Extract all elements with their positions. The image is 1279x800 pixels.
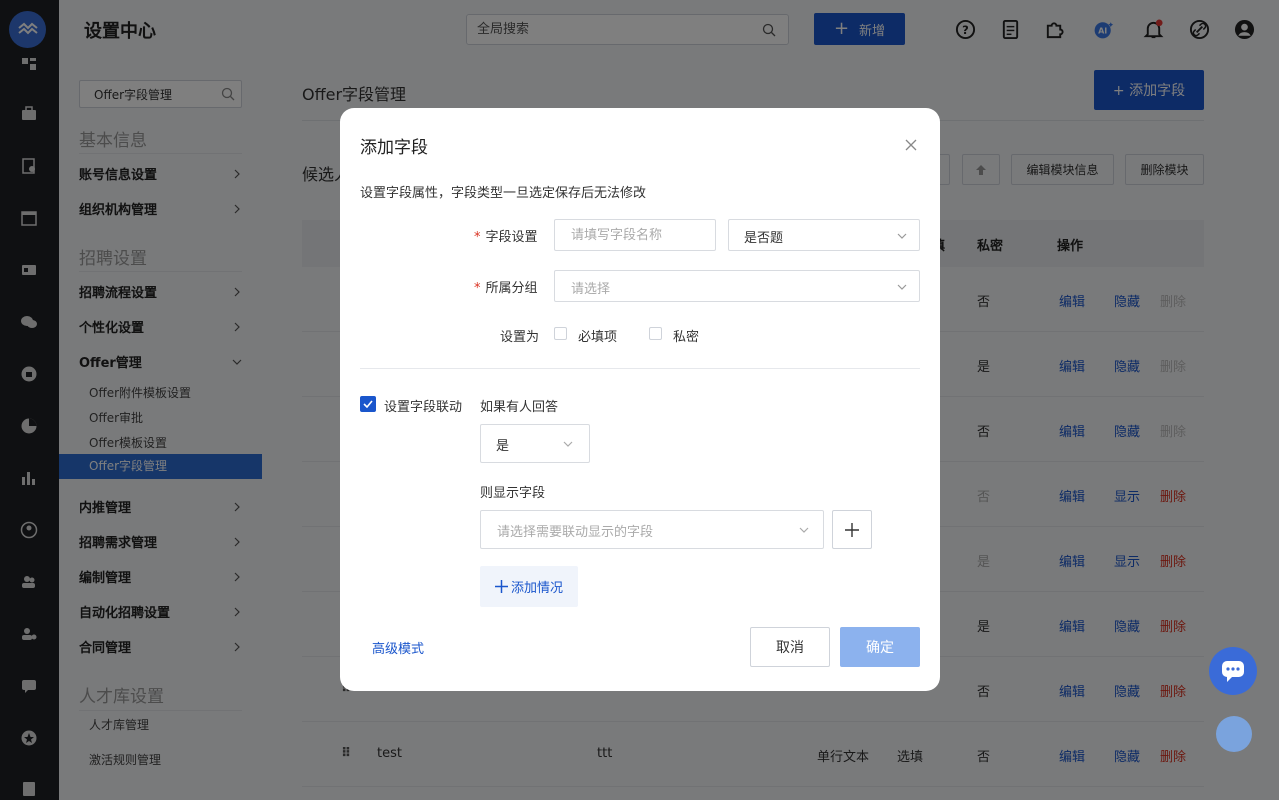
required-asterisk: * xyxy=(474,281,481,296)
chevron-down-icon xyxy=(897,284,907,290)
robot-assistant-icon[interactable] xyxy=(1216,716,1252,752)
required-checkbox-label: 必填项 xyxy=(578,330,618,345)
linked-field-placeholder: 请选择需要联动显示的字段 xyxy=(497,525,654,540)
field-setting-text: 字段设置 xyxy=(485,230,538,245)
group-label: * 所属分组 xyxy=(474,277,538,296)
chat-bubble-button[interactable] xyxy=(1209,647,1257,695)
chevron-down-icon xyxy=(563,441,573,447)
add-field-dialog: 添加字段 设置字段属性，字段类型一旦选定保存后无法修改 * 字段设置 是否题 * 所… xyxy=(340,108,940,691)
private-checkbox-label: 私密 xyxy=(673,330,700,345)
add-case-button[interactable]: 添加情况 xyxy=(480,566,578,607)
confirm-button[interactable]: 确定 xyxy=(840,627,920,667)
if-answer-label: 如果有人回答 xyxy=(480,400,559,415)
private-checkbox[interactable] xyxy=(649,327,662,340)
close-icon[interactable] xyxy=(904,138,918,152)
check-icon xyxy=(363,400,373,408)
set-as-label: 设置为 xyxy=(500,330,540,345)
add-linked-field-button[interactable] xyxy=(832,510,872,549)
add-case-label: 添加情况 xyxy=(510,581,563,596)
group-placeholder: 请选择 xyxy=(571,282,611,297)
cancel-button[interactable]: 取消 xyxy=(750,627,830,667)
field-setting-label: * 字段设置 xyxy=(474,226,538,245)
answer-select[interactable]: 是 xyxy=(480,424,590,463)
group-select[interactable]: 请选择 xyxy=(554,270,920,302)
required-checkbox[interactable] xyxy=(554,327,567,340)
field-name-field[interactable] xyxy=(554,219,716,251)
field-type-select[interactable]: 是否题 xyxy=(728,219,920,251)
chevron-down-icon xyxy=(799,527,809,533)
dialog-divider xyxy=(360,368,920,369)
chevron-down-icon xyxy=(897,233,907,239)
then-show-label: 则显示字段 xyxy=(480,486,546,501)
field-type-value: 是否题 xyxy=(744,231,784,246)
group-text: 所属分组 xyxy=(485,281,538,296)
dialog-title: 添加字段 xyxy=(360,138,428,158)
required-asterisk: * xyxy=(474,230,481,245)
advanced-mode-link[interactable]: 高级模式 xyxy=(372,638,424,657)
chat-icon xyxy=(1222,661,1244,682)
plus-icon xyxy=(494,580,508,593)
linkage-checkbox[interactable] xyxy=(360,396,376,412)
plus-icon xyxy=(845,522,859,537)
linked-field-select[interactable]: 请选择需要联动显示的字段 xyxy=(480,510,824,549)
dialog-hint: 设置字段属性，字段类型一旦选定保存后无法修改 xyxy=(360,186,647,201)
answer-value: 是 xyxy=(496,439,510,454)
linkage-label: 设置字段联动 xyxy=(384,400,463,415)
field-name-input[interactable] xyxy=(555,220,715,250)
